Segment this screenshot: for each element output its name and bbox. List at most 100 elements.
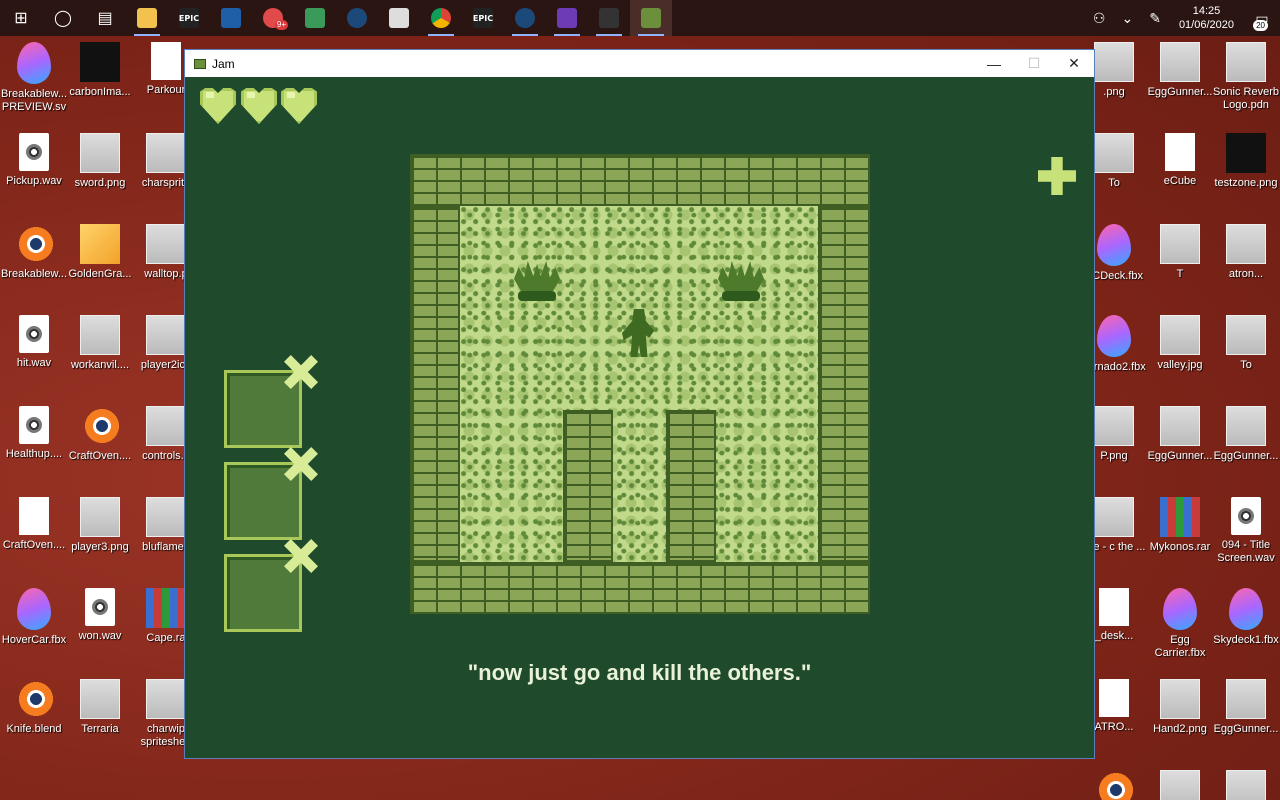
file-dark-icon xyxy=(1226,133,1266,173)
desktop-icon[interactable]: Breakablew... xyxy=(0,224,68,281)
desktop-icon[interactable]: testzone.png xyxy=(1212,133,1280,190)
desktop-icon[interactable]: EggGunner... xyxy=(1146,770,1214,800)
jam-app-icon xyxy=(194,58,206,69)
desktop-icon-label: Mykonos.rar xyxy=(1149,541,1211,553)
file-png-icon xyxy=(1160,315,1200,355)
desktop-icon[interactable]: Healthup.... xyxy=(0,406,68,461)
desktop-icon[interactable]: Sonic Reverb Logo.pdn xyxy=(1212,42,1280,112)
file-wav-icon xyxy=(19,315,49,353)
task-view-button[interactable]: ▤ xyxy=(84,0,126,36)
file-blend-icon xyxy=(80,406,120,446)
pen-icon[interactable]: ✎ xyxy=(1149,10,1161,27)
desktop-icon[interactable]: player3.png xyxy=(66,497,134,554)
file-png-icon xyxy=(80,679,120,719)
people-icon[interactable]: ⚇ xyxy=(1093,10,1106,27)
desktop-icon[interactable]: atron... xyxy=(1212,224,1280,281)
maximize-button[interactable]: ☐ xyxy=(1014,50,1054,77)
taskbar-unity[interactable] xyxy=(588,0,630,36)
desktop-icon-label: HoverCar.fbx xyxy=(1,634,67,646)
file-png-icon xyxy=(1094,406,1134,446)
desktop-icon-label: testzone.png xyxy=(1214,177,1278,189)
desktop-icon[interactable]: won.wav xyxy=(66,588,134,643)
unity-icon xyxy=(599,8,619,28)
desktop-icon[interactable]: T xyxy=(1146,224,1214,281)
epic-label: EPIC xyxy=(472,13,494,23)
desktop-icon[interactable]: carbonIma... xyxy=(66,42,134,99)
file-png-icon xyxy=(146,497,186,537)
desktop-icon-label: EggGunner... xyxy=(1147,86,1213,98)
desktop-icon[interactable]: 094 - Title Screen.wav xyxy=(1212,497,1280,565)
taskbar-epic-games[interactable]: EPIC xyxy=(168,0,210,36)
desktop-icon[interactable]: sword.png xyxy=(66,133,134,190)
desktop-icon[interactable]: hit.wav xyxy=(0,315,68,370)
desktop-icon-label: Healthup.... xyxy=(5,448,63,460)
taskbar-jam-game[interactable] xyxy=(630,0,672,36)
game-viewport[interactable]: "now just go and kill the others." xyxy=(185,77,1094,758)
file-dark-icon xyxy=(80,42,120,82)
desktop-icon[interactable]: Terraria xyxy=(66,679,134,736)
dialog-text: "now just go and kill the others." xyxy=(467,660,812,685)
desktop-icon-label: EggGunner... xyxy=(1213,723,1279,735)
taskbar: ⊞ ◯ ▤ EPIC 9+ EPIC ⚇ ⌄ ✎ 14:25 01/06/202… xyxy=(0,0,1280,36)
dungeon-map xyxy=(410,154,870,614)
desktop-icon[interactable]: GoldenGra... xyxy=(66,224,134,281)
taskbar-steam[interactable] xyxy=(504,0,546,36)
file-doc-icon xyxy=(1099,588,1129,626)
desktop-icon[interactable]: HoverCar.fbx xyxy=(0,588,68,647)
desktop-icon-label: EggGunner... xyxy=(1213,450,1279,462)
desktop-icon[interactable]: Breakablew... PREVIEW.sv xyxy=(0,42,68,114)
desktop-icon[interactable]: valley.jpg xyxy=(1146,315,1214,372)
file-fbx-icon xyxy=(1163,588,1197,630)
file-png-icon xyxy=(1094,42,1134,82)
taskbar-epic-games[interactable]: EPIC xyxy=(462,0,504,36)
file-fbx-icon xyxy=(1229,588,1263,630)
minimize-button[interactable]: — xyxy=(974,50,1014,77)
desktop-icon[interactable]: EggGunner... xyxy=(1212,770,1280,800)
close-button[interactable]: ✕ xyxy=(1054,50,1094,77)
clock[interactable]: 14:25 01/06/2020 xyxy=(1179,4,1234,32)
wall-bottom xyxy=(410,562,870,614)
file-blend-icon xyxy=(14,224,54,264)
clock-date: 01/06/2020 xyxy=(1178,19,1234,31)
taskbar-app[interactable] xyxy=(210,0,252,36)
cortana-button[interactable]: ◯ xyxy=(42,0,84,36)
system-tray: ⚇ ⌄ ✎ 14:25 01/06/2020 ▭ 20 xyxy=(1085,0,1280,36)
desktop-icon[interactable]: EggGunner... xyxy=(1146,406,1214,463)
desktop-icon[interactable]: CraftOven.... xyxy=(0,497,68,552)
desktop-icon[interactable]: EggGunner... xyxy=(1212,679,1280,736)
desktop-icon[interactable]: EggGunner... xyxy=(1146,42,1214,99)
heart-icon xyxy=(281,88,317,124)
file-fbx-icon xyxy=(1097,224,1131,266)
desktop-icon[interactable]: Egg Carrier.fbx xyxy=(1146,588,1214,660)
file-gold-icon xyxy=(80,224,120,264)
file-doc-icon xyxy=(1165,133,1195,171)
file-png-icon xyxy=(1094,497,1134,537)
title-bar[interactable]: Jam — ☐ ✕ xyxy=(185,50,1094,77)
taskbar-visual-studio[interactable] xyxy=(546,0,588,36)
desktop-icon[interactable]: Hand2.png xyxy=(1146,679,1214,736)
action-center-button[interactable]: ▭ 20 xyxy=(1244,0,1280,36)
taskbar-app[interactable] xyxy=(294,0,336,36)
plant-enemy xyxy=(718,261,764,303)
epic-label: EPIC xyxy=(178,13,200,23)
taskbar-chrome[interactable] xyxy=(420,0,462,36)
desktop-icon[interactable]: eCube xyxy=(1146,133,1214,188)
file-png-icon xyxy=(146,133,186,173)
desktop-icon[interactable]: Skydeck1.fbx xyxy=(1212,588,1280,647)
taskbar-steam[interactable] xyxy=(336,0,378,36)
desktop-icon[interactable]: Mykonos.rar xyxy=(1146,497,1214,554)
taskbar-app[interactable] xyxy=(378,0,420,36)
desktop-icon[interactable]: CraftOven.... xyxy=(66,406,134,463)
desktop-icon[interactable]: Knife.blend xyxy=(0,679,68,736)
file-wav-icon xyxy=(85,588,115,626)
desktop-icon[interactable]: workanvil.... xyxy=(66,315,134,372)
desktop-icon[interactable]: EggGunner... xyxy=(1212,406,1280,463)
steam-icon xyxy=(347,8,367,28)
taskbar-notification-app[interactable]: 9+ xyxy=(252,0,294,36)
chevron-up-icon[interactable]: ⌄ xyxy=(1121,10,1133,27)
desktop-icon[interactable]: To xyxy=(1212,315,1280,372)
desktop-icon[interactable]: Pickup.wav xyxy=(0,133,68,188)
taskbar-file-explorer[interactable] xyxy=(126,0,168,36)
start-button[interactable]: ⊞ xyxy=(0,0,42,36)
desktop-icon[interactable]: ATRO... xyxy=(1080,770,1148,800)
